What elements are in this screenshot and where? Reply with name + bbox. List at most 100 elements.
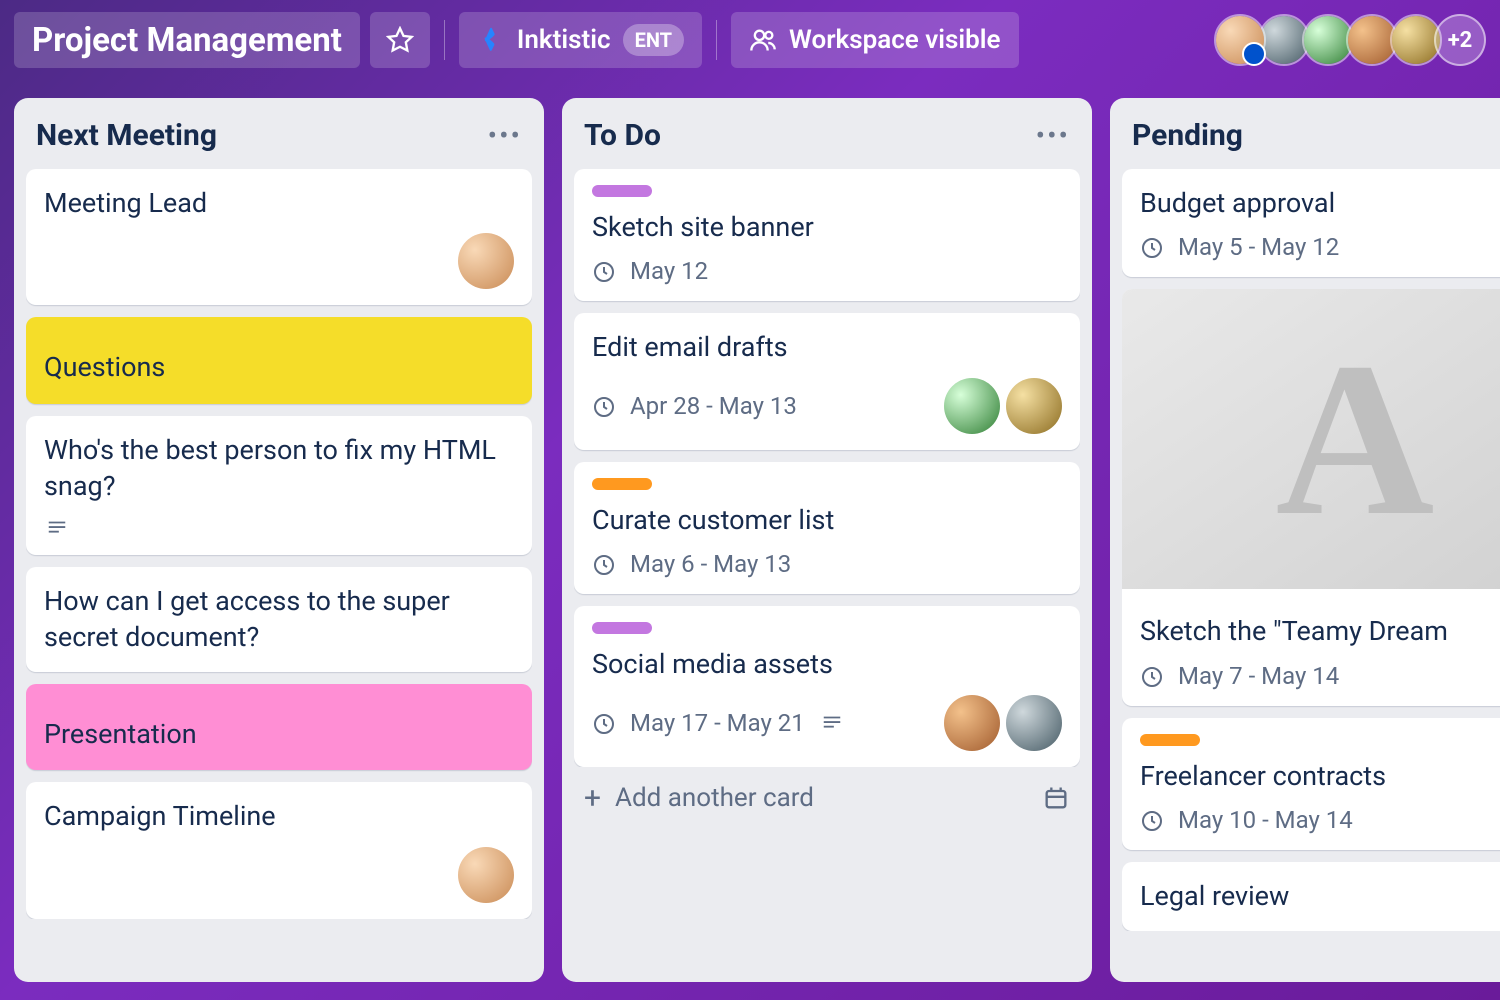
card[interactable]: Budget approval May 5 - May 12 — [1122, 169, 1500, 277]
star-button[interactable] — [370, 12, 430, 68]
card-date: May 12 — [630, 257, 708, 285]
card-meta-row: May 17 - May 21 — [592, 695, 1062, 751]
avatar[interactable] — [944, 695, 1000, 751]
card-meta: May 6 - May 13 — [592, 550, 791, 578]
card[interactable]: How can I get access to the super secret… — [26, 567, 532, 672]
card-members — [458, 233, 514, 289]
card-meta: May 12 — [592, 257, 708, 285]
clock-icon — [1140, 808, 1164, 832]
clock-icon — [592, 552, 616, 576]
list-title[interactable]: To Do — [584, 118, 661, 153]
card-label — [592, 185, 652, 197]
card-list: Budget approvalMay 5 - May 12ASketch the… — [1122, 169, 1500, 931]
description-icon — [819, 712, 845, 734]
list: Next Meeting ••• Meeting Lead Questions Who'… — [14, 98, 544, 982]
card[interactable]: Who's the best person to fix my HTML sna… — [26, 416, 532, 555]
clock-icon — [592, 711, 616, 735]
card[interactable]: Curate customer list May 6 - May 13 — [574, 462, 1080, 594]
clock-icon — [1140, 664, 1164, 688]
card-list: Sketch site banner May 12 Edit email draft… — [574, 169, 1080, 767]
card-meta-row: May 10 - May 14 — [1140, 806, 1500, 834]
clock-icon — [592, 259, 616, 283]
clock-icon — [1140, 235, 1164, 259]
visibility-label: Workspace visible — [789, 25, 1000, 55]
separator-card[interactable]: Questions — [26, 317, 532, 403]
people-icon — [749, 26, 777, 54]
card-date: May 7 - May 14 — [1178, 662, 1339, 690]
avatar-more[interactable]: +2 — [1434, 14, 1486, 66]
card-meta-row: May 5 - May 12 — [1140, 233, 1500, 261]
card-title: Who's the best person to fix my HTML sna… — [44, 432, 514, 505]
card-list: Meeting Lead Questions Who's the best pers… — [26, 169, 532, 919]
card-title: Meeting Lead — [44, 185, 514, 221]
avatar[interactable] — [1214, 14, 1266, 66]
card-label — [592, 478, 652, 490]
avatar[interactable] — [1006, 378, 1062, 434]
card-title: Legal review — [1140, 878, 1500, 914]
card-title: Edit email drafts — [592, 329, 1062, 365]
card-title: Sketch the "Teamy Dream — [1140, 613, 1500, 649]
atlassian-icon — [477, 26, 505, 54]
card-meta-row — [44, 517, 514, 539]
card-meta-row — [44, 233, 514, 289]
avatar[interactable] — [944, 378, 1000, 434]
list-title[interactable]: Next Meeting — [36, 118, 217, 153]
card-meta-row: May 6 - May 13 — [592, 550, 1062, 578]
card-meta: Apr 28 - May 13 — [592, 392, 797, 420]
card-meta-row: May 7 - May 14 — [1140, 662, 1500, 690]
org-button[interactable]: Inktistic ENT — [459, 12, 702, 68]
card-date: May 10 - May 14 — [1178, 806, 1353, 834]
card-meta — [44, 517, 70, 539]
card-title: Questions — [44, 349, 514, 385]
visibility-button[interactable]: Workspace visible — [731, 12, 1018, 68]
card[interactable]: Sketch site banner May 12 — [574, 169, 1080, 301]
card-meta-row: May 12 — [592, 257, 1062, 285]
org-name: Inktistic — [517, 25, 611, 55]
list: To Do ••• Sketch site banner May 12 Edit ema… — [562, 98, 1092, 982]
card[interactable]: Meeting Lead — [26, 169, 532, 305]
add-card-label: Add another card — [615, 783, 814, 813]
board: Next Meeting ••• Meeting Lead Questions Who'… — [0, 80, 1500, 1000]
card-meta-row — [44, 847, 514, 903]
card-title: Curate customer list — [592, 502, 1062, 538]
avatar[interactable] — [458, 233, 514, 289]
description-icon — [44, 517, 70, 539]
list-menu-button[interactable]: ••• — [1036, 119, 1070, 152]
add-card-button[interactable]: +Add another card — [574, 767, 1080, 822]
card-label — [1140, 734, 1200, 746]
card-title: Sketch site banner — [592, 209, 1062, 245]
card[interactable]: Social media assets May 17 - May 21 — [574, 606, 1080, 766]
card-date: Apr 28 - May 13 — [630, 392, 797, 420]
card-members — [944, 695, 1062, 751]
card[interactable]: Freelancer contractsMay 10 - May 14 — [1122, 718, 1500, 850]
list-title[interactable]: Pending — [1132, 118, 1243, 153]
list: PendingBudget approvalMay 5 - May 12ASke… — [1110, 98, 1500, 982]
separator-card[interactable]: Presentation — [26, 684, 532, 770]
list-menu-button[interactable]: ••• — [488, 119, 522, 152]
avatar[interactable] — [458, 847, 514, 903]
board-members: +2 — [1214, 14, 1486, 66]
divider — [444, 20, 445, 60]
card-meta: May 7 - May 14 — [1140, 662, 1339, 690]
card[interactable]: Campaign Timeline — [26, 782, 532, 918]
card-date: May 5 - May 12 — [1178, 233, 1339, 261]
board-title-button[interactable]: Project Management — [14, 12, 360, 68]
list-header: Next Meeting ••• — [26, 112, 532, 169]
board-header: Project Management Inktistic ENT Workspa… — [0, 0, 1500, 80]
card-members — [458, 847, 514, 903]
card[interactable]: ASketch the "Teamy DreamMay 7 - May 14 — [1122, 289, 1500, 705]
board-title: Project Management — [32, 21, 342, 60]
card[interactable]: Legal review — [1122, 862, 1500, 930]
template-icon[interactable] — [1042, 784, 1070, 812]
avatar[interactable] — [1006, 695, 1062, 751]
card-meta: May 17 - May 21 — [592, 709, 845, 737]
card-members — [944, 378, 1062, 434]
card-meta: May 10 - May 14 — [1140, 806, 1353, 834]
list-header: Pending — [1122, 112, 1500, 169]
card-title: Budget approval — [1140, 185, 1500, 221]
card-meta-row: Apr 28 - May 13 — [592, 378, 1062, 434]
list-header: To Do ••• — [574, 112, 1080, 169]
card-title: Social media assets — [592, 646, 1062, 682]
card-title: Campaign Timeline — [44, 798, 514, 834]
card[interactable]: Edit email drafts Apr 28 - May 13 — [574, 313, 1080, 449]
